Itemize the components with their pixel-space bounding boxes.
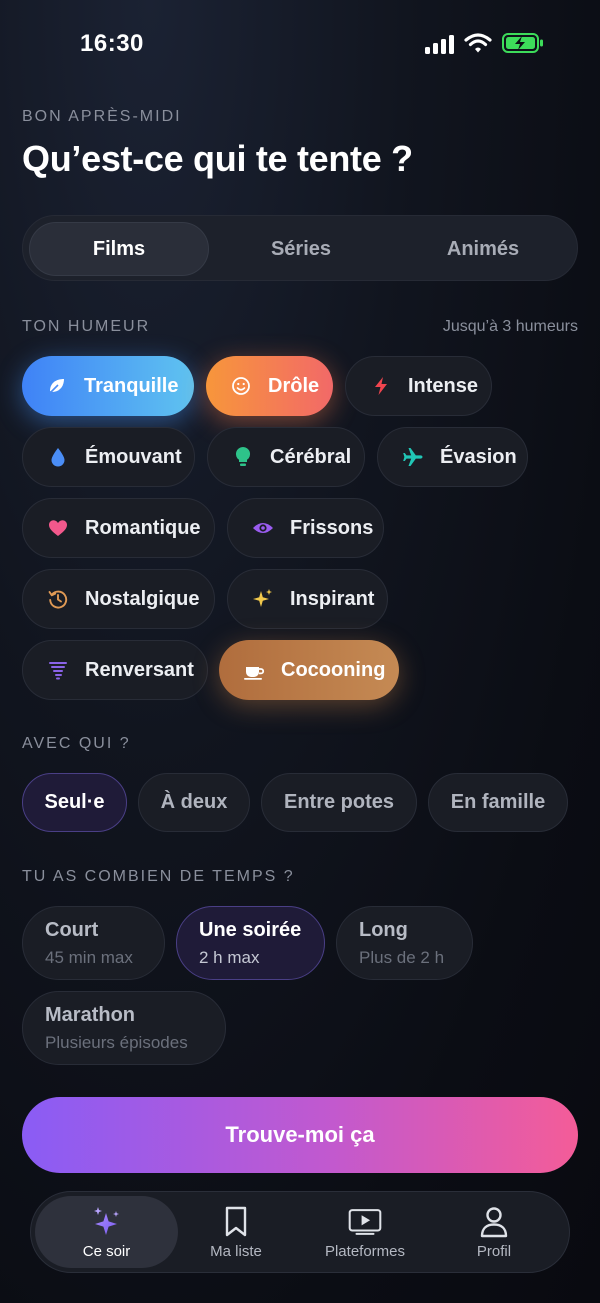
mood-chip-label: Frissons [290,516,374,539]
tab-label: Plateformes [324,1242,406,1260]
page-title: Qu’est-ce qui te tente ? [22,138,413,179]
bookmark-icon [219,1205,253,1239]
mood-chip-label: Inspirant [290,587,375,610]
company-section-label: AVEC QUI ? [22,735,131,752]
wifi-icon [464,32,492,54]
airplane-icon [400,444,426,470]
tab-profil[interactable]: Profil [441,1196,547,1268]
mood-chip-romantique[interactable]: Romantique [22,498,215,558]
duration-option-marathon[interactable]: Marathon Plusieurs épisodes [22,991,226,1065]
duration-option-subtitle: 2 h max [199,948,260,967]
sparkles-icon [90,1205,124,1239]
tv-play-icon [348,1205,382,1239]
content-type-segmented-control: Films Séries Animés [22,215,578,281]
history-clock-icon [45,586,71,612]
smiley-icon [228,373,254,399]
mood-chip-drole[interactable]: Drôle [206,356,333,416]
mood-chip-label: Drôle [268,374,320,397]
coffee-cup-icon [241,657,267,683]
mood-section-label: TON HUMEUR [22,318,151,335]
heart-icon [45,515,71,541]
leaf-icon [44,373,70,399]
tornado-icon [45,657,71,683]
company-option-en-famille[interactable]: En famille [428,773,568,832]
find-button[interactable]: Trouve-moi ça [22,1097,578,1173]
mood-chip-frissons[interactable]: Frissons [227,498,384,558]
duration-option-long[interactable]: Long Plus de 2 h [336,906,473,980]
duration-option-title: Marathon [45,1004,135,1026]
tab-plateformes[interactable]: Plateformes [301,1196,429,1268]
cellular-signal-icon [425,34,457,54]
mood-chip-tranquille[interactable]: Tranquille [22,356,194,416]
mood-chip-label: Cocooning [281,658,386,681]
tab-ma-liste[interactable]: Ma liste [181,1196,291,1268]
duration-section-label: TU AS COMBIEN DE TEMPS ? [22,868,295,885]
battery-charging-icon [502,33,544,53]
mood-chip-intense[interactable]: Intense [345,356,492,416]
mood-chip-nostalgique[interactable]: Nostalgique [22,569,215,629]
mood-chip-label: Cérébral [270,445,352,468]
lightbulb-icon [230,444,256,470]
tab-series[interactable]: Séries [211,222,391,276]
mood-chip-evasion[interactable]: Évasion [377,427,528,487]
duration-option-court[interactable]: Court 45 min max [22,906,165,980]
duration-option-subtitle: Plus de 2 h [359,948,445,967]
mood-chip-label: Tranquille [84,374,179,397]
mood-chip-emouvant[interactable]: Émouvant [22,427,195,487]
duration-option-subtitle: Plusieurs épisodes [45,1033,188,1052]
person-icon [477,1205,511,1239]
company-option-seul[interactable]: Seul·e [22,773,127,832]
mood-chip-label: Émouvant [85,445,182,468]
mood-chip-label: Nostalgique [85,587,200,610]
mood-chip-label: Renversant [85,658,194,681]
duration-option-une-soiree[interactable]: Une soirée 2 h max [176,906,325,980]
status-time: 16:30 [80,30,144,57]
duration-option-title: Long [359,919,408,941]
tab-ce-soir[interactable]: Ce soir [35,1196,178,1268]
sparkles-icon [250,586,276,612]
mood-chip-inspirant[interactable]: Inspirant [227,569,388,629]
mood-limit-hint: Jusqu’à 3 humeurs [442,318,578,335]
duration-option-subtitle: 45 min max [45,948,133,967]
tab-label: Ma liste [210,1242,262,1260]
mood-chip-renversant[interactable]: Renversant [22,640,208,700]
tab-animes[interactable]: Animés [393,222,573,276]
mood-chip-label: Romantique [85,516,201,539]
tab-label: Ce soir [82,1242,131,1260]
mood-chip-cerebral[interactable]: Cérébral [207,427,365,487]
mood-chip-label: Évasion [440,445,517,468]
bottom-tab-bar: Ce soir Ma liste Plateformes Profil [30,1191,570,1273]
greeting-label: BON APRÈS-MIDI [22,108,182,125]
tab-films[interactable]: Films [29,222,209,276]
droplet-icon [45,444,71,470]
mood-chip-label: Intense [408,374,479,397]
mood-chip-cocooning[interactable]: Cocooning [219,640,399,700]
status-bar: 16:30 [0,0,600,90]
lightning-icon [368,373,394,399]
company-option-entre-potes[interactable]: Entre potes [261,773,417,832]
duration-option-title: Court [45,919,99,941]
duration-option-title: Une soirée [199,919,302,941]
tab-label: Profil [476,1242,512,1260]
eye-icon [250,515,276,541]
company-option-a-deux[interactable]: À deux [138,773,250,832]
